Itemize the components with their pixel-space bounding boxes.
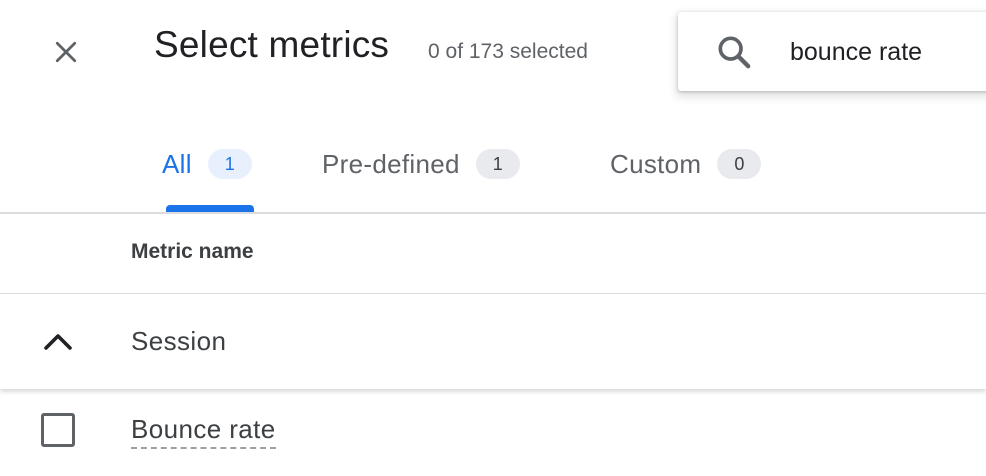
tab-bar: All 1 Pre-defined 1 Custom 0 <box>0 118 986 214</box>
metric-name-label[interactable]: Bounce rate <box>131 414 276 449</box>
chevron-up-icon[interactable] <box>40 324 76 360</box>
search-icon <box>718 36 751 69</box>
metric-checkbox[interactable] <box>41 413 75 447</box>
tabs-divider <box>0 212 986 214</box>
column-header-metric-name: Metric name <box>131 240 254 263</box>
selected-count: 0 of 173 selected <box>428 40 588 63</box>
tab-count-badge: 1 <box>475 149 520 179</box>
tab-count-badge: 1 <box>207 149 252 179</box>
table-row: Bounce rate <box>0 392 986 476</box>
search-box[interactable] <box>678 12 986 91</box>
tab-all[interactable]: All 1 <box>162 142 252 186</box>
close-button[interactable] <box>40 26 92 78</box>
select-metrics-panel: Select metrics 0 of 173 selected All 1 P… <box>0 0 986 476</box>
group-label: Session <box>131 326 227 356</box>
tab-pre-defined[interactable]: Pre-defined 1 <box>322 142 520 186</box>
tab-label: All <box>162 148 192 179</box>
tab-label: Pre-defined <box>322 148 460 179</box>
page-title: Select metrics <box>154 24 390 65</box>
close-icon <box>55 41 77 63</box>
tab-custom[interactable]: Custom 0 <box>610 142 762 186</box>
tab-label: Custom <box>610 148 702 179</box>
search-input[interactable] <box>790 34 986 70</box>
tab-count-badge: 0 <box>717 149 762 179</box>
group-row-session[interactable]: Session <box>0 293 986 389</box>
